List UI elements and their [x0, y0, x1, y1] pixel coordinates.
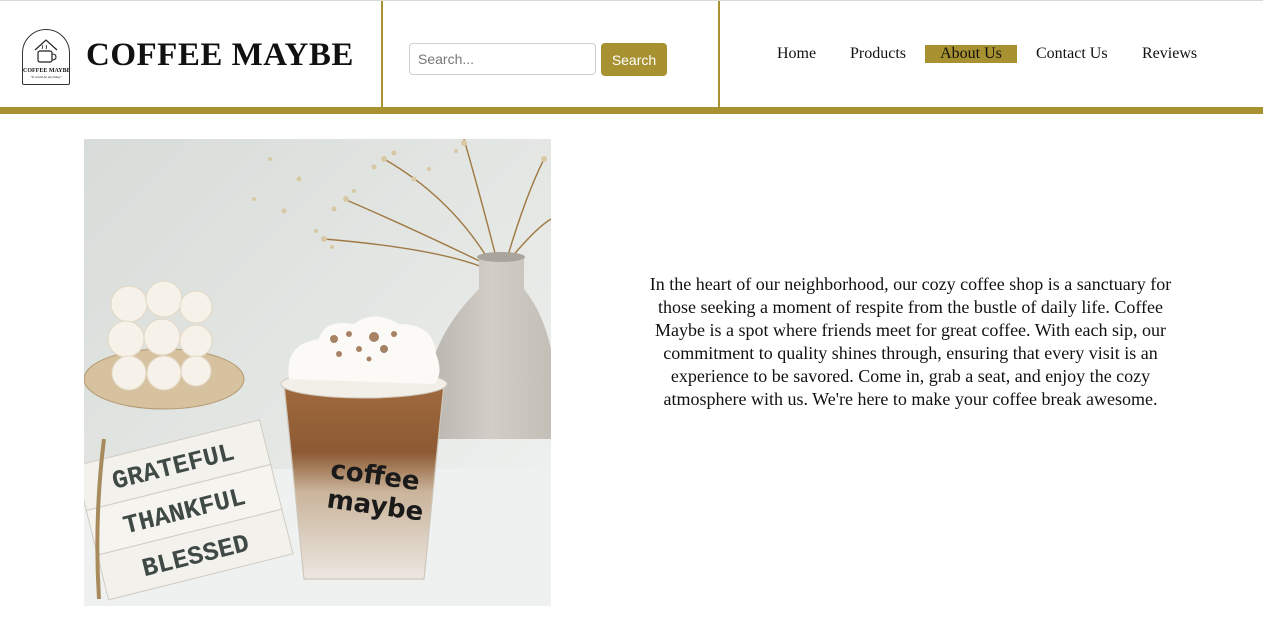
logo[interactable]: COFFEE MAYBE "It could be anything": [22, 29, 70, 85]
site-header: COFFEE MAYBE "It could be anything" COFF…: [0, 0, 1263, 114]
nav-home[interactable]: Home: [777, 45, 816, 63]
logo-text: COFFEE MAYBE: [23, 68, 70, 74]
nav-contact-us[interactable]: Contact Us: [1036, 45, 1108, 63]
nav-reviews[interactable]: Reviews: [1142, 45, 1197, 63]
logo-tagline: "It could be anything": [30, 75, 62, 79]
search-button[interactable]: Search: [601, 43, 667, 76]
about-paragraph: In the heart of our neighborhood, our co…: [649, 274, 1172, 409]
brand-name[interactable]: COFFEE MAYBE: [86, 37, 354, 74]
header-accent-bar: [0, 107, 1263, 114]
nav-about-us[interactable]: About Us: [925, 45, 1017, 63]
search-input[interactable]: [409, 43, 596, 75]
coffee-photo: GRATEFUL THANKFUL BLESSED coffee maybe: [84, 139, 551, 606]
coffee-cup-house-icon: [34, 39, 58, 63]
header-divider: [381, 1, 383, 107]
nav-products[interactable]: Products: [850, 45, 906, 63]
header-divider: [718, 1, 720, 107]
